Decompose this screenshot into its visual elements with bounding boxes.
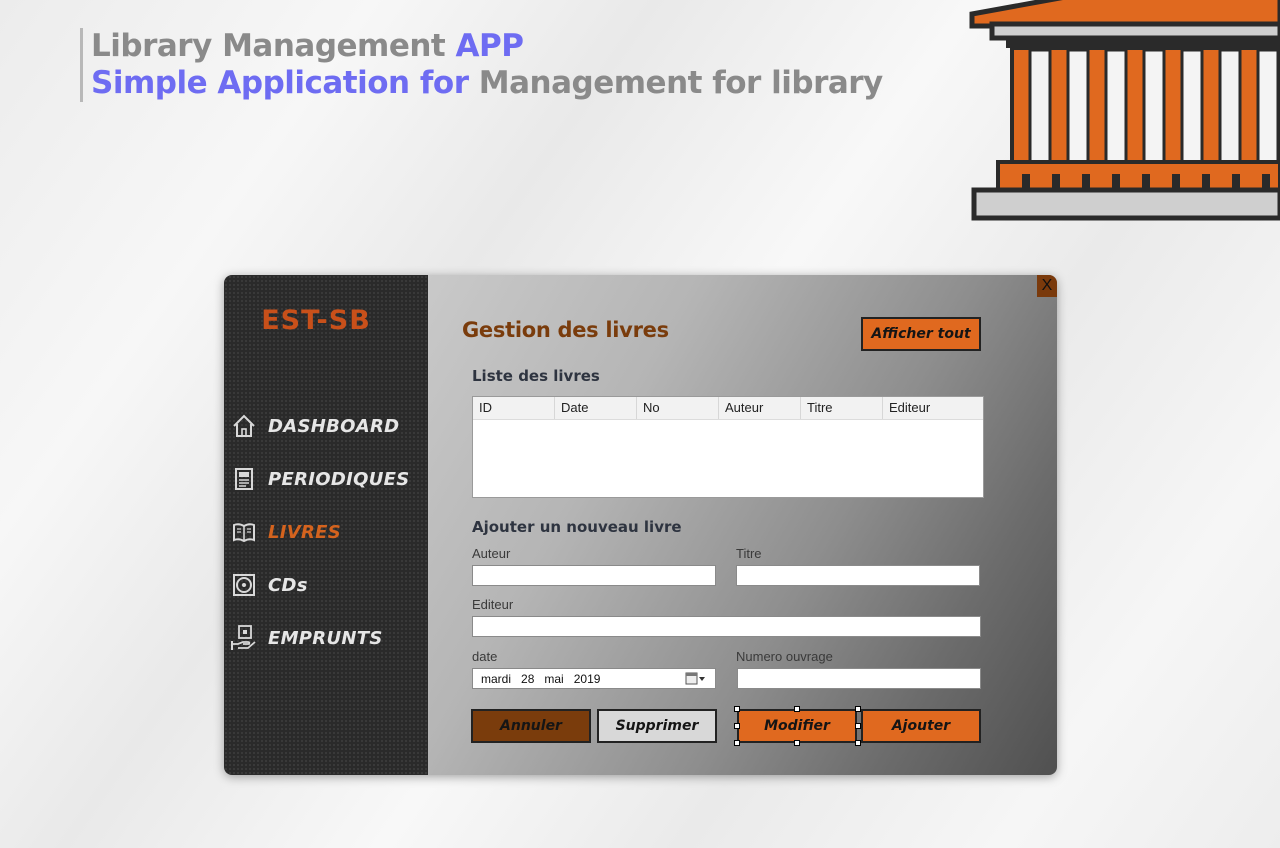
- date-day: 28: [521, 671, 535, 686]
- book-icon: [230, 518, 258, 546]
- column-header-no[interactable]: No: [637, 397, 719, 419]
- app-window: EST-SB DASHBOARD PERIODIQUES LIVRES CDs: [224, 275, 1057, 775]
- numero-input[interactable]: [737, 668, 981, 689]
- date-picker[interactable]: mardi 28 mai 2019: [472, 668, 716, 689]
- selection-handle: [855, 723, 861, 729]
- page-title: Gestion des livres: [462, 318, 669, 342]
- nav-label-periodiques: PERIODIQUES: [268, 468, 410, 490]
- nav-item-emprunts[interactable]: EMPRUNTS: [230, 621, 420, 655]
- selection-handle: [734, 740, 740, 746]
- editeur-input[interactable]: [472, 616, 981, 637]
- selection-handle: [734, 723, 740, 729]
- nav-label-cds: CDs: [268, 574, 308, 596]
- promo-subtitle: Simple Application for Management for li…: [91, 65, 883, 102]
- show-all-button[interactable]: Afficher tout: [861, 317, 981, 351]
- date-year: 2019: [573, 671, 601, 686]
- hand-borrow-icon: [230, 624, 258, 652]
- modify-button[interactable]: Modifier: [737, 709, 857, 743]
- add-button[interactable]: Ajouter: [861, 709, 981, 743]
- nav-label-livres: LIVRES: [268, 521, 342, 543]
- home-icon: [230, 412, 258, 440]
- promo-subtitle-text: Management for library: [468, 65, 884, 101]
- app-logo: EST-SB: [261, 305, 371, 336]
- titre-input[interactable]: [736, 565, 980, 586]
- selection-handle: [855, 706, 861, 712]
- editeur-label: Editeur: [472, 597, 514, 612]
- auteur-input[interactable]: [472, 565, 716, 586]
- list-title: Liste des livres: [472, 367, 600, 385]
- nav-item-cds[interactable]: CDs: [230, 568, 420, 602]
- table-header: ID Date No Auteur Titre Editeur: [473, 397, 983, 420]
- nav-item-periodiques[interactable]: PERIODIQUES: [230, 462, 420, 496]
- promo-subtitle-highlight: Simple Application for: [91, 65, 469, 101]
- column-header-id[interactable]: ID: [473, 397, 555, 419]
- nav-label-dashboard: DASHBOARD: [268, 415, 400, 437]
- close-button[interactable]: X: [1037, 275, 1057, 297]
- cancel-button[interactable]: Annuler: [471, 709, 591, 743]
- promo-title: Library Management APP: [91, 28, 883, 65]
- nav-item-livres[interactable]: LIVRES: [230, 515, 420, 549]
- date-day-name: mardi: [481, 671, 512, 686]
- column-header-date[interactable]: Date: [555, 397, 637, 419]
- sidebar: EST-SB DASHBOARD PERIODIQUES LIVRES CDs: [224, 275, 428, 775]
- books-table[interactable]: ID Date No Auteur Titre Editeur: [472, 396, 984, 498]
- promo-header: Library Management APP Simple Applicatio…: [80, 28, 883, 102]
- selection-handle: [794, 706, 800, 712]
- selection-handle: [794, 740, 800, 746]
- main-panel: X Gestion des livres Afficher tout Liste…: [428, 275, 1057, 775]
- column-header-titre[interactable]: Titre: [801, 397, 883, 419]
- selection-handle: [855, 740, 861, 746]
- calendar-dropdown-icon[interactable]: [685, 672, 707, 686]
- delete-button[interactable]: Supprimer: [597, 709, 717, 743]
- auteur-label: Auteur: [472, 546, 511, 561]
- promo-title-highlight: APP: [455, 28, 524, 64]
- column-header-editeur[interactable]: Editeur: [883, 397, 983, 419]
- column-header-auteur[interactable]: Auteur: [719, 397, 801, 419]
- date-month: mai: [544, 671, 564, 686]
- cd-icon: [230, 571, 258, 599]
- nav-label-emprunts: EMPRUNTS: [268, 627, 383, 649]
- promo-title-text: Library Management: [91, 28, 456, 64]
- nav-item-dashboard[interactable]: DASHBOARD: [230, 409, 420, 443]
- selection-handle: [734, 706, 740, 712]
- date-label: date: [472, 649, 498, 664]
- library-building-icon: [969, 0, 1280, 221]
- form-title: Ajouter un nouveau livre: [472, 518, 682, 536]
- titre-label: Titre: [736, 546, 762, 561]
- numero-label: Numero ouvrage: [736, 649, 833, 664]
- newspaper-icon: [230, 465, 258, 493]
